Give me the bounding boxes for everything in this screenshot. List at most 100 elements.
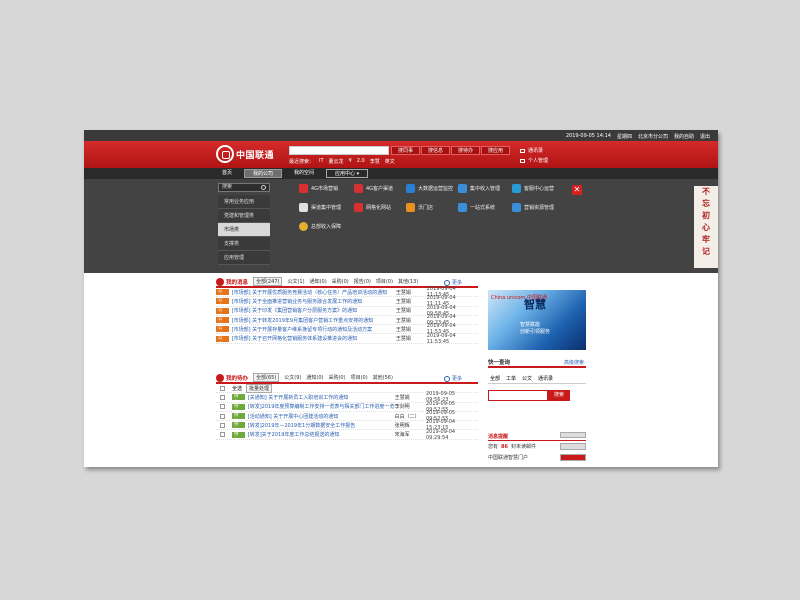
tab-other[interactable]: 其他(13)	[398, 278, 418, 285]
close-icon[interactable]: ✕	[572, 185, 582, 195]
promo-banner[interactable]: China unicom 中国联通 智慧 智慧赋能 创新引领服务	[488, 290, 586, 350]
tab-notice[interactable]: 通知(0)	[310, 278, 327, 285]
category-item[interactable]: 党建和管理类	[218, 209, 270, 223]
category-item[interactable]: 应用管理	[218, 251, 270, 265]
app-tile[interactable]: 4G市场营销	[299, 184, 338, 193]
more-label: 更多	[451, 280, 462, 286]
list-item[interactable]: 公文 [市场部] 关于召开网格化营销服务体系建设推进会的通知 王慧娟 2019-09-…	[216, 333, 478, 347]
nav-app-center[interactable]: 应用中心 ▾	[326, 169, 369, 178]
unread-mail-row[interactable]: 您有 86 封未读邮件	[488, 441, 586, 452]
app-label: 渠道集中管理	[311, 205, 342, 211]
row-checkbox[interactable]	[220, 422, 225, 428]
tab-other[interactable]: 其他(56)	[373, 374, 393, 381]
portal-button[interactable]	[560, 454, 586, 461]
row-checkbox[interactable]	[220, 413, 225, 419]
tab-notice[interactable]: 通知(0)	[306, 374, 323, 381]
app-tile[interactable]: 渠道集中管理	[299, 203, 341, 212]
item-title[interactable]: [市场部] 关于开展存量客户维系挽留专项行动的通知及活动方案	[232, 326, 396, 333]
search-colleague-button[interactable]: 搜同事	[391, 146, 421, 155]
refresh-icon	[443, 375, 450, 382]
recent-keyword[interactable]: ¥	[349, 158, 352, 165]
more-link[interactable]: 更多	[443, 375, 462, 382]
item-title[interactable]: [关通知] 关于开展新员工入职培训工作的通知	[248, 394, 395, 401]
app-tile[interactable]: 集中收入管理	[458, 184, 500, 193]
tab-report[interactable]: 报告(0)	[354, 278, 371, 285]
personal-manage-link[interactable]: 个人管理	[520, 156, 548, 166]
nav-my-space[interactable]: 我的空间	[286, 169, 322, 178]
more-link[interactable]: 更多	[443, 279, 462, 286]
portal-row[interactable]: 中国联通智慧门户	[488, 452, 586, 463]
recent-keyword[interactable]: 董云龙	[329, 158, 344, 165]
unread-count: 86	[501, 443, 508, 450]
app-mega-panel: 搜索 常用业务应用 党建和管理类 市场类 支撑类 应用管理 4G市场营销 4G客…	[84, 179, 718, 273]
tab-doc[interactable]: 公文(1)	[287, 278, 304, 285]
quick-search-button[interactable]: 搜索	[548, 390, 570, 401]
select-all-checkbox[interactable]	[220, 385, 225, 391]
category-search-input[interactable]: 搜索	[218, 183, 270, 192]
item-author: 王慧娟	[395, 298, 411, 305]
tab-doc[interactable]: 公文	[522, 375, 532, 383]
tab-project[interactable]: 项目(0)	[351, 374, 368, 381]
reminder-action[interactable]	[560, 432, 586, 438]
row-checkbox[interactable]	[220, 404, 225, 410]
app-tile[interactable]: 网格化网站	[354, 203, 391, 212]
section-title-text: 我的消息	[226, 279, 249, 286]
item-title[interactable]: [市场部] 关于全面推进营销业务与服务融合发展工作的通知	[232, 298, 396, 305]
app-label: 客服中心运营	[524, 186, 555, 192]
search-info-button[interactable]: 搜信息	[421, 146, 451, 155]
recent-keyword[interactable]: 2.0	[357, 158, 365, 165]
category-item-selected[interactable]: 市场类	[218, 223, 270, 237]
app-tile[interactable]: 客服中心运营	[512, 184, 554, 193]
tab-ticket[interactable]: 工单	[506, 375, 516, 383]
my-settings-link[interactable]: 我的自助	[674, 133, 694, 140]
tab-contacts[interactable]: 通讯录	[538, 375, 553, 383]
app-tile[interactable]: 营销资源管理	[512, 203, 554, 212]
header-bar: 中国联通 搜同事 搜信息 搜待办 搜应用 最近搜索： IT 董云龙 ¥ 2.0 …	[84, 141, 718, 168]
tab-project[interactable]: 项目(0)	[376, 278, 393, 285]
app-tile[interactable]: 4G客户渠道	[354, 184, 393, 193]
nav-my-company[interactable]: 我的公司	[244, 169, 283, 178]
item-title[interactable]: [转发]2019年度预算编制工作安排一览表与相关部门工作进度一览表	[248, 403, 395, 410]
batch-process-button[interactable]: 批量处理	[246, 383, 273, 393]
tab-all[interactable]: 全部	[490, 375, 500, 383]
logout-link[interactable]: 退出	[700, 133, 710, 140]
recent-keyword[interactable]: 英文	[385, 158, 395, 165]
row-checkbox[interactable]	[220, 432, 225, 438]
tab-doc[interactable]: 公文(9)	[284, 374, 301, 381]
item-title[interactable]: [市场部] 关于开展优质服务竞赛活动（核心任务）产品培训活动的通知	[232, 289, 396, 296]
list-item[interactable]: 待办 [转发]关于2019年度工作总结报送的通知 宋海军 2019-09-04 09:…	[216, 429, 478, 443]
unread-prefix: 您有	[488, 444, 499, 450]
logo[interactable]: 中国联通	[216, 145, 274, 163]
search-app-button[interactable]: 搜应用	[481, 146, 511, 155]
app-tile[interactable]: 大数据运营监控	[406, 184, 453, 193]
category-item[interactable]: 支撑类	[218, 237, 270, 251]
app-tile[interactable]: 沃门店	[406, 203, 433, 212]
advanced-search-link[interactable]: 高级搜索	[564, 359, 584, 366]
quick-search-header: 快一查询 高级搜索	[488, 358, 586, 368]
cloud-icon	[299, 184, 308, 193]
item-title[interactable]: [市场部] 关于印发《集团营销客户分层服务方案》的通知	[232, 307, 396, 314]
item-title[interactable]: [转发]关于2019年度工作总结报送的通知	[248, 431, 395, 438]
tab-all[interactable]: 全部(65)	[253, 373, 280, 382]
item-title[interactable]: [市场部] 关于召开网格化营销服务体系建设推进会的通知	[232, 335, 396, 342]
search-todo-button[interactable]: 搜待办	[451, 146, 481, 155]
global-search-input[interactable]	[289, 146, 389, 155]
recent-keyword[interactable]: IT	[319, 158, 324, 165]
tab-purchase[interactable]: 采购(0)	[332, 278, 349, 285]
app-tile[interactable]: 总部收入保障	[299, 222, 341, 231]
recent-keyword[interactable]: 李慧	[370, 158, 380, 165]
row-checkbox[interactable]	[220, 394, 225, 400]
tab-all[interactable]: 全部(247)	[253, 277, 283, 286]
quick-search-panel: 快一查询 高级搜索 全部 工单 公文 通讯录 搜索	[488, 358, 586, 401]
mail-button[interactable]	[560, 443, 586, 450]
address-book-link[interactable]: 通讯录	[520, 146, 548, 156]
quick-search-input[interactable]	[488, 390, 548, 401]
tab-purchase[interactable]: 采购(0)	[328, 374, 345, 381]
slogan-banner[interactable]: 不 忘 初 心 牢 记	[694, 186, 718, 268]
nav-home[interactable]: 首页	[214, 169, 240, 178]
category-item[interactable]: 常用业务应用	[218, 195, 270, 209]
item-title[interactable]: [转发]2019年—2019年1分期数据安全工作报告	[248, 422, 395, 429]
item-title[interactable]: [市场部] 关于转发2019年9月集团客户营销工作重点安排的通知	[232, 317, 396, 324]
item-title[interactable]: [活动通知] 关于开展中心团建活动的通知	[248, 413, 395, 420]
app-tile[interactable]: 一站式系统	[458, 203, 495, 212]
